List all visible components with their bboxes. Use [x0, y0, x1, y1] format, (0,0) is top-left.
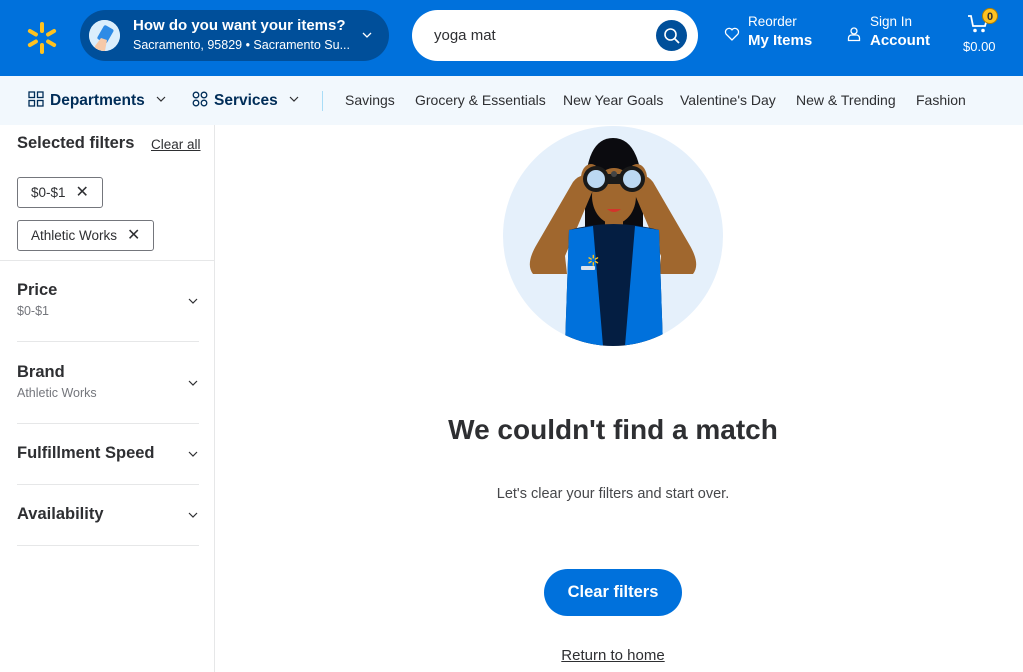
facet-value: Athletic Works — [17, 386, 97, 400]
divider — [0, 260, 214, 261]
search-input[interactable] — [434, 22, 644, 49]
selected-filters-heading: Selected filters — [17, 134, 135, 152]
services-icon — [192, 91, 208, 107]
no-results-heading: We couldn't find a match — [448, 414, 778, 445]
clear-filters-button[interactable]: Clear filters — [544, 569, 682, 616]
filter-chip-price[interactable]: $0-$1 ✕ — [17, 177, 103, 208]
facet-fulfillment-speed[interactable]: Fulfillment Speed — [17, 444, 199, 468]
cart-button[interactable]: 0 $0.00 — [955, 8, 1007, 64]
chip-label: Athletic Works — [31, 228, 118, 243]
clear-all-link[interactable]: Clear all — [151, 137, 201, 152]
account-label: Account — [870, 32, 930, 49]
chevron-down-icon — [188, 298, 198, 304]
no-results-subtext: Let's clear your filters and start over. — [496, 486, 730, 502]
header: How do you want your items? Sacramento, … — [0, 0, 1023, 76]
facet-availability[interactable]: Availability — [17, 505, 199, 529]
filter-sidebar: Selected filters Clear all $0-$1 ✕ Athle… — [0, 125, 215, 672]
nav-link-valentines-day[interactable]: Valentine's Day — [680, 92, 776, 108]
nav-divider — [322, 91, 323, 111]
nav-link-new-trending[interactable]: New & Trending — [796, 92, 896, 108]
return-to-home-link[interactable]: Return to home — [480, 647, 746, 664]
nav-link-savings[interactable]: Savings — [345, 92, 395, 108]
services-menu[interactable]: Services — [192, 91, 300, 110]
facet-title: Availability — [17, 505, 104, 523]
search-button[interactable] — [656, 20, 687, 51]
phone-in-hand-icon — [89, 20, 120, 51]
chevron-down-icon — [188, 380, 198, 386]
chevron-down-icon — [362, 32, 372, 38]
fulfillment-title: How do you want your items? — [133, 17, 346, 34]
divider — [17, 423, 199, 424]
facet-brand[interactable]: Brand Athletic Works — [17, 363, 199, 407]
facet-title: Fulfillment Speed — [17, 444, 155, 462]
fulfillment-location: Sacramento, 95829 • Sacramento Su... — [133, 38, 350, 52]
divider — [17, 341, 199, 342]
nav-link-fashion[interactable]: Fashion — [916, 92, 966, 108]
departments-menu[interactable]: Departments — [28, 91, 167, 110]
divider — [17, 545, 199, 546]
facet-price[interactable]: Price $0-$1 — [17, 281, 199, 325]
facet-title: Brand — [17, 363, 65, 381]
facet-value: $0-$1 — [17, 304, 49, 318]
search-bar — [412, 10, 698, 61]
cart-count-badge: 0 — [982, 8, 998, 24]
close-icon: ✕ — [127, 226, 141, 244]
my-items-label: My Items — [748, 32, 813, 49]
facet-title: Price — [17, 281, 58, 299]
chevron-down-icon — [156, 96, 166, 102]
associate-binoculars-illustration — [503, 126, 723, 346]
filter-chip-brand[interactable]: Athletic Works ✕ — [17, 220, 155, 251]
fulfillment-selector[interactable]: How do you want your items? Sacramento, … — [80, 10, 389, 61]
reorder-label: Reorder — [748, 14, 797, 29]
chevron-down-icon — [188, 451, 198, 457]
grid-icon — [28, 91, 44, 107]
heart-icon — [724, 27, 740, 41]
nav-link-grocery-essentials[interactable]: Grocery & Essentials — [415, 92, 546, 108]
chevron-down-icon — [188, 512, 198, 518]
secondary-nav: Departments Services Savings Grocery & E… — [0, 76, 1023, 125]
cart-total: $0.00 — [963, 39, 996, 54]
user-icon — [847, 27, 861, 42]
nav-link-new-year-goals[interactable]: New Year Goals — [563, 92, 663, 108]
services-label: Services — [214, 92, 278, 109]
divider — [17, 484, 199, 485]
sign-in-label: Sign In — [870, 14, 913, 29]
walmart-spark-icon[interactable] — [24, 20, 60, 56]
departments-label: Departments — [50, 92, 145, 109]
search-icon — [663, 27, 680, 44]
chip-label: $0-$1 — [31, 185, 66, 200]
close-icon: ✕ — [75, 183, 89, 201]
chevron-down-icon — [289, 96, 299, 102]
